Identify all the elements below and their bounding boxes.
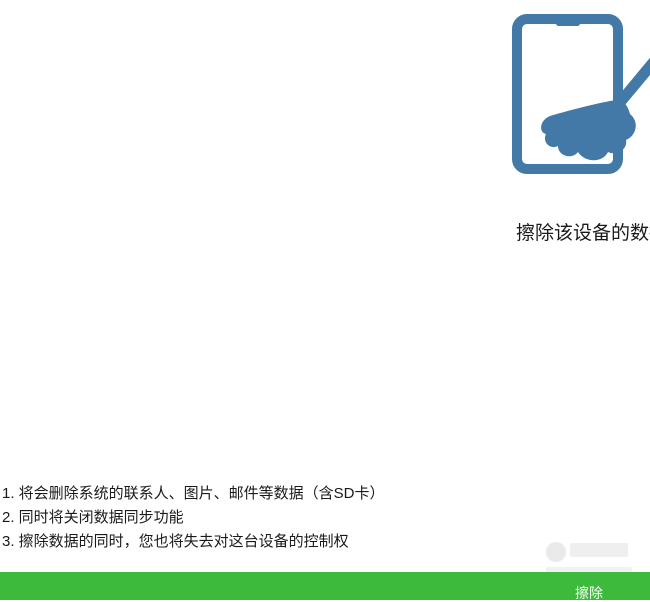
erase-button-label: 擦除	[575, 585, 603, 601]
erase-notes-list: 1. 将会删除系统的联系人、图片、邮件等数据（含SD卡） 2. 同时将关闭数据同…	[2, 482, 385, 554]
tablet-broom-icon	[512, 14, 650, 174]
note-item: 1. 将会删除系统的联系人、图片、邮件等数据（含SD卡）	[2, 485, 385, 502]
note-item: 3. 擦除数据的同时，您也将失去对这台设备的控制权	[2, 533, 349, 550]
site-logo-icon	[546, 542, 566, 562]
page-heading: 擦除该设备的数据	[516, 223, 650, 244]
erase-button[interactable]: 擦除	[0, 572, 650, 601]
watermark-text-shape	[570, 543, 628, 557]
note-item: 2. 同时将关闭数据同步功能	[2, 509, 184, 526]
